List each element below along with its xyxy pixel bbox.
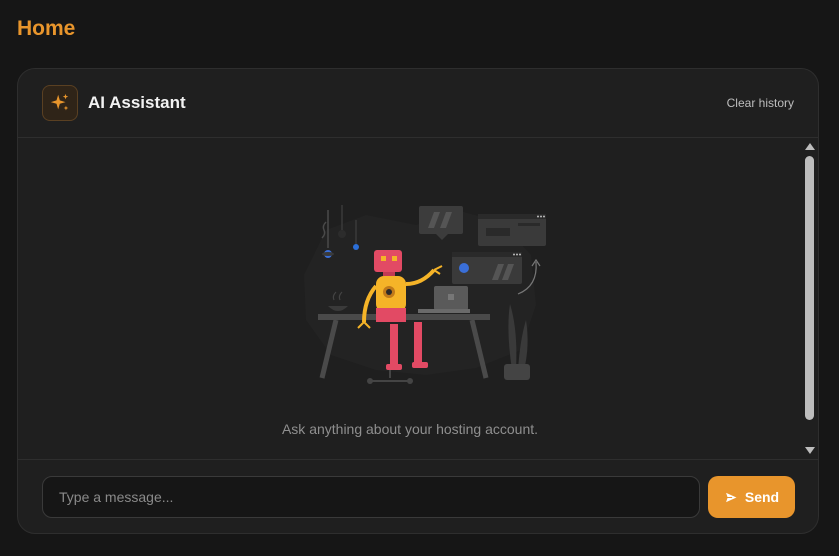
chat-messages-area[interactable]: Ask anything about your hosting account. [18, 138, 818, 459]
scroll-thumb[interactable] [805, 156, 814, 420]
send-label: Send [744, 489, 780, 505]
page-title: Home [17, 17, 76, 40]
chat-scrollbar[interactable] [801, 138, 818, 459]
sparkles-icon [42, 85, 78, 121]
clear-history-button[interactable]: Clear history [727, 96, 794, 110]
send-icon [724, 490, 739, 504]
scroll-up-icon[interactable] [805, 143, 815, 150]
robot-illustration [304, 205, 546, 384]
assistant-title: AI Assistant [88, 93, 186, 112]
assistant-header: AI Assistant Clear history [18, 69, 818, 138]
assistant-card: AI Assistant Clear history Ask anything … [17, 68, 819, 534]
empty-state-message: Ask anything about your hosting account. [281, 421, 539, 437]
message-input[interactable] [42, 476, 700, 518]
message-composer: Send [18, 459, 818, 533]
send-button[interactable]: Send [708, 476, 795, 518]
scroll-down-icon[interactable] [805, 447, 815, 454]
